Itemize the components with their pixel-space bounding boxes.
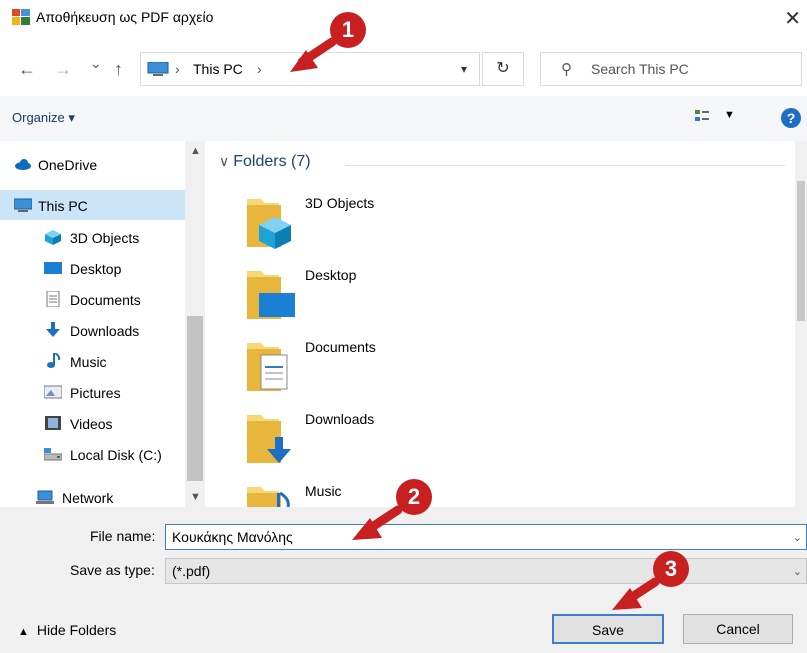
file-name-label: File name:: [90, 528, 156, 544]
folder-item[interactable]: Downloads: [245, 409, 645, 469]
refresh-button[interactable]: ↻: [482, 52, 524, 86]
cancel-button[interactable]: Cancel: [683, 614, 793, 644]
computer-icon: [14, 198, 32, 212]
divider: [345, 165, 785, 166]
chevron-down-icon[interactable]: ▼: [724, 109, 735, 121]
recent-locations-icon[interactable]: ⌄: [90, 55, 102, 72]
music-icon: [47, 353, 61, 368]
folder-music-icon: [247, 487, 290, 507]
file-name-value: Κουκάκης Μανόλης: [172, 529, 293, 545]
disk-icon: [44, 448, 62, 461]
sidebar-item-network[interactable]: Network: [0, 482, 185, 507]
app-icon: [12, 9, 30, 25]
sidebar-item-downloads[interactable]: Downloads: [0, 315, 185, 345]
file-list: ∨ Folders (7) 3D Objects Desktop Document…: [205, 141, 795, 507]
download-icon: [46, 322, 60, 337]
sidebar-item-desktop[interactable]: Desktop: [0, 253, 185, 283]
folder-documents-icon: [247, 343, 288, 391]
desktop-icon: [44, 262, 62, 274]
sidebar-item-pictures[interactable]: Pictures: [0, 377, 185, 407]
cloud-icon: [15, 159, 31, 170]
annotation-marker-1: 1: [330, 12, 366, 48]
search-box[interactable]: ⚲ Search This PC: [540, 52, 802, 86]
sidebar-scrollbar[interactable]: ▲ ▼: [185, 141, 205, 507]
group-header[interactable]: ∨ Folders (7): [219, 153, 311, 171]
save-button[interactable]: Save: [552, 614, 664, 644]
search-icon: ⚲: [561, 61, 572, 78]
chevron-down-icon: ∨: [219, 153, 230, 169]
scrollbar-thumb[interactable]: [797, 181, 805, 321]
sidebar-item-3d-objects[interactable]: 3D Objects: [0, 222, 185, 252]
folder-item[interactable]: Music: [245, 481, 645, 507]
command-bar: Organize ▾ ▼ ?: [0, 96, 807, 142]
save-form: File name: Κουκάκης Μανόλης ⌄ Save as ty…: [0, 507, 807, 653]
view-options-icon[interactable]: [694, 108, 710, 124]
sidebar-item-documents[interactable]: Documents: [0, 284, 185, 314]
document-icon: [46, 291, 60, 307]
scrollbar-thumb[interactable]: [187, 316, 203, 481]
cube-icon: [45, 230, 61, 245]
close-icon[interactable]: ✕: [784, 6, 801, 31]
save-type-value: (*.pdf): [172, 563, 211, 579]
address-row: ← → ⌄ ↑ › This PC › ▾ ↻ ⚲ Search This PC: [0, 36, 807, 96]
folder-desktop-icon: [247, 271, 295, 319]
address-bar[interactable]: › This PC › ▾: [140, 52, 480, 86]
folder-item[interactable]: 3D Objects: [245, 193, 645, 253]
chevron-down-icon[interactable]: ⌄: [793, 531, 802, 544]
breadcrumb-separator-icon: ›: [257, 61, 262, 77]
chevron-down-icon[interactable]: ▾: [461, 62, 467, 76]
breadcrumb-separator-icon: ›: [175, 61, 180, 77]
save-type-label: Save as type:: [70, 562, 155, 578]
navigation-pane: OneDrive This PC 3D Objects Desktop Docu…: [0, 141, 205, 507]
sidebar-item-music[interactable]: Music: [0, 346, 185, 376]
back-icon[interactable]: ←: [18, 59, 36, 80]
sidebar-item-videos[interactable]: Videos: [0, 408, 185, 438]
scroll-down-icon[interactable]: ▼: [190, 491, 201, 503]
video-icon: [45, 416, 61, 430]
sidebar-item-local-disk[interactable]: Local Disk (C:): [0, 439, 185, 469]
sidebar-item-this-pc[interactable]: This PC: [0, 190, 185, 220]
annotation-marker-2: 2: [396, 479, 432, 515]
folder-item[interactable]: Documents: [245, 337, 645, 397]
sidebar-item-onedrive[interactable]: OneDrive: [0, 149, 185, 179]
organize-button[interactable]: Organize ▾: [12, 110, 75, 126]
save-type-select[interactable]: (*.pdf) ⌄: [165, 558, 807, 584]
annotation-marker-3: 3: [653, 551, 689, 587]
file-name-input[interactable]: Κουκάκης Μανόλης ⌄: [165, 524, 807, 550]
window-title: Αποθήκευση ως PDF αρχείο: [36, 9, 214, 25]
scroll-up-icon[interactable]: ▲: [190, 145, 201, 157]
chevron-down-icon[interactable]: ⌄: [793, 565, 802, 578]
network-icon: [36, 490, 54, 504]
hide-folders-button[interactable]: ▲ Hide Folders: [18, 622, 116, 638]
search-placeholder: Search This PC: [591, 61, 689, 77]
computer-icon: [147, 62, 169, 76]
breadcrumb-this-pc[interactable]: This PC: [193, 61, 243, 77]
folder-downloads-icon: [247, 415, 291, 463]
file-list-scrollbar[interactable]: [795, 141, 807, 507]
folder-3d-icon: [247, 199, 291, 249]
folder-item[interactable]: Desktop: [245, 265, 645, 325]
up-icon[interactable]: ↑: [114, 59, 123, 80]
forward-icon[interactable]: →: [54, 59, 72, 80]
chevron-up-icon: ▲: [18, 626, 29, 638]
title-bar: Αποθήκευση ως PDF αρχείο ✕: [0, 0, 807, 36]
pictures-icon: [44, 385, 62, 399]
help-icon[interactable]: ?: [781, 108, 801, 128]
